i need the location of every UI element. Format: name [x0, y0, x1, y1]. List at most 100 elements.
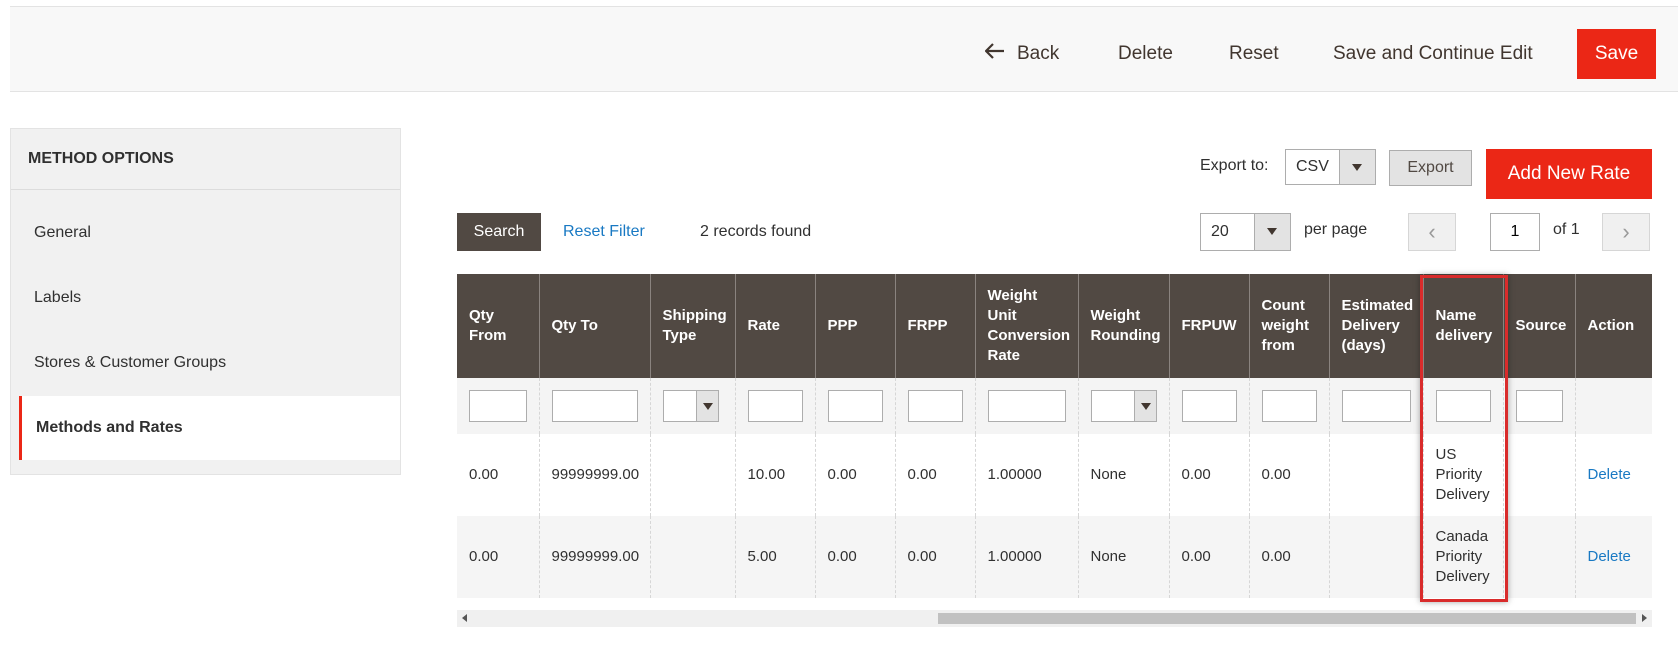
records-found-count: 2 records found: [700, 223, 812, 240]
rates-grid: Qty From Qty To Shipping Type Rate PPP FRP…: [457, 274, 1652, 598]
cell-frpp: 0.00: [894, 516, 975, 598]
cell-weight-rounding: None: [1077, 434, 1169, 516]
scrollbar-thumb[interactable]: [938, 613, 1636, 624]
column-header[interactable]: Rate: [734, 274, 815, 378]
page-actions-toolbar: Back Delete Reset Save and Continue Edit…: [10, 6, 1678, 92]
cell-name-delivery: US Priority Delivery: [1422, 434, 1503, 516]
filter-estimated-delivery-input[interactable]: [1341, 390, 1411, 422]
cell-qty-to: 99999999.00: [538, 516, 650, 598]
column-header[interactable]: Source: [1502, 274, 1575, 378]
cell-ppp: 0.00: [814, 516, 895, 598]
page-number-input[interactable]: [1490, 213, 1540, 251]
column-header[interactable]: Qty From: [457, 274, 539, 378]
cell-rate: 5.00: [734, 516, 815, 598]
filter-count-weight-input[interactable]: [1261, 390, 1317, 422]
filter-rate-input[interactable]: [747, 390, 803, 422]
back-label: Back: [1017, 43, 1060, 64]
filter-ppp-input[interactable]: [827, 390, 883, 422]
column-header[interactable]: Shipping Type: [649, 274, 735, 378]
save-and-continue-button[interactable]: Save and Continue Edit: [1333, 29, 1533, 79]
cell-count-weight: 0.00: [1248, 434, 1329, 516]
sidebar-item-methods-and-rates[interactable]: Methods and Rates: [19, 396, 400, 460]
column-header[interactable]: FRPP: [894, 274, 975, 378]
cell-frpp: 0.00: [894, 434, 975, 516]
column-header[interactable]: Weight Unit Conversion Rate: [974, 274, 1078, 378]
chevron-down-icon: [1133, 391, 1156, 421]
delete-row-link[interactable]: Delete: [1588, 548, 1631, 565]
column-header[interactable]: Weight Rounding: [1077, 274, 1169, 378]
chevron-down-icon: [1254, 214, 1290, 250]
cell-weight-conversion: 1.00000: [974, 516, 1078, 598]
scroll-left-arrow-icon[interactable]: [457, 610, 473, 627]
cell-ppp: 0.00: [814, 434, 895, 516]
cell-frpuw: 0.00: [1168, 434, 1249, 516]
delete-button[interactable]: Delete: [1118, 29, 1173, 79]
back-button[interactable]: Back: [984, 29, 1060, 79]
save-button[interactable]: Save: [1577, 29, 1656, 79]
cell-qty-from: 0.00: [457, 516, 539, 598]
cell-shipping-type: [649, 434, 735, 516]
filter-row: [457, 378, 1652, 434]
cell-count-weight: 0.00: [1248, 516, 1329, 598]
horizontal-scrollbar[interactable]: [457, 610, 1652, 627]
export-format-select[interactable]: CSV: [1285, 149, 1376, 185]
sidebar-item-stores-customer-groups[interactable]: Stores & Customer Groups: [11, 331, 400, 395]
per-page-label: per page: [1304, 221, 1368, 238]
cell-frpuw: 0.00: [1168, 516, 1249, 598]
export-format-value: CSV: [1296, 158, 1329, 175]
filter-name-delivery-input[interactable]: [1435, 390, 1491, 422]
cell-qty-to: 99999999.00: [538, 434, 650, 516]
filter-weight-rounding-select[interactable]: [1090, 390, 1157, 422]
sidebar-item-labels[interactable]: Labels: [11, 266, 400, 330]
sidebar-divider: [11, 189, 400, 190]
column-header: Action: [1574, 274, 1652, 378]
reset-filter-link[interactable]: Reset Filter: [563, 213, 645, 251]
sidebar-item-general[interactable]: General: [11, 201, 400, 265]
cell-weight-rounding: None: [1077, 516, 1169, 598]
table-header-row: Qty From Qty To Shipping Type Rate PPP FRP…: [457, 274, 1652, 378]
cell-estimated-delivery: [1328, 434, 1423, 516]
next-page-button[interactable]: ›: [1602, 213, 1650, 251]
sidebar-title: METHOD OPTIONS: [28, 150, 174, 167]
column-header[interactable]: Qty To: [538, 274, 650, 378]
column-header[interactable]: PPP: [814, 274, 895, 378]
export-to-label: Export to:: [1200, 157, 1269, 174]
column-header[interactable]: FRPUW: [1168, 274, 1249, 378]
delete-row-link[interactable]: Delete: [1588, 466, 1631, 483]
filter-shipping-type-select[interactable]: [662, 390, 719, 422]
export-button[interactable]: Export: [1389, 150, 1472, 186]
search-button[interactable]: Search: [457, 213, 541, 251]
filter-weight-conversion-input[interactable]: [987, 390, 1066, 422]
cell-rate: 10.00: [734, 434, 815, 516]
reset-button[interactable]: Reset: [1229, 29, 1279, 79]
rates-table: Qty From Qty To Shipping Type Rate PPP FRP…: [457, 274, 1652, 598]
chevron-down-icon: [1339, 150, 1375, 184]
filter-source-input[interactable]: [1515, 390, 1563, 422]
column-header-name-delivery[interactable]: Name delivery: [1422, 274, 1503, 378]
filter-frpp-input[interactable]: [907, 390, 963, 422]
cell-qty-from: 0.00: [457, 434, 539, 516]
column-header[interactable]: Estimated Delivery (days): [1328, 274, 1423, 378]
per-page-select[interactable]: 20: [1200, 213, 1291, 251]
chevron-left-icon: ‹: [1428, 219, 1436, 244]
scroll-right-arrow-icon[interactable]: [1636, 610, 1652, 627]
arrow-left-icon: [984, 29, 1007, 79]
cell-name-delivery: Canada Priority Delivery: [1422, 516, 1503, 598]
table-row: 0.00 99999999.00 10.00 0.00 0.00 1.00000…: [457, 434, 1652, 516]
cell-shipping-type: [649, 516, 735, 598]
table-row: 0.00 99999999.00 5.00 0.00 0.00 1.00000 …: [457, 516, 1652, 598]
filter-qty-to-input[interactable]: [551, 390, 638, 422]
cell-weight-conversion: 1.00000: [974, 434, 1078, 516]
column-header[interactable]: Count weight from: [1248, 274, 1329, 378]
cell-source: [1502, 434, 1575, 516]
per-page-value: 20: [1211, 223, 1229, 240]
total-pages-label: of 1: [1553, 221, 1580, 238]
cell-estimated-delivery: [1328, 516, 1423, 598]
chevron-right-icon: ›: [1622, 219, 1630, 244]
filter-frpuw-input[interactable]: [1181, 390, 1237, 422]
add-new-rate-button[interactable]: Add New Rate: [1486, 149, 1652, 199]
method-options-sidebar: METHOD OPTIONS General Labels Stores & C…: [10, 128, 401, 475]
previous-page-button[interactable]: ‹: [1408, 213, 1456, 251]
filter-qty-from-input[interactable]: [469, 390, 527, 422]
cell-source: [1502, 516, 1575, 598]
